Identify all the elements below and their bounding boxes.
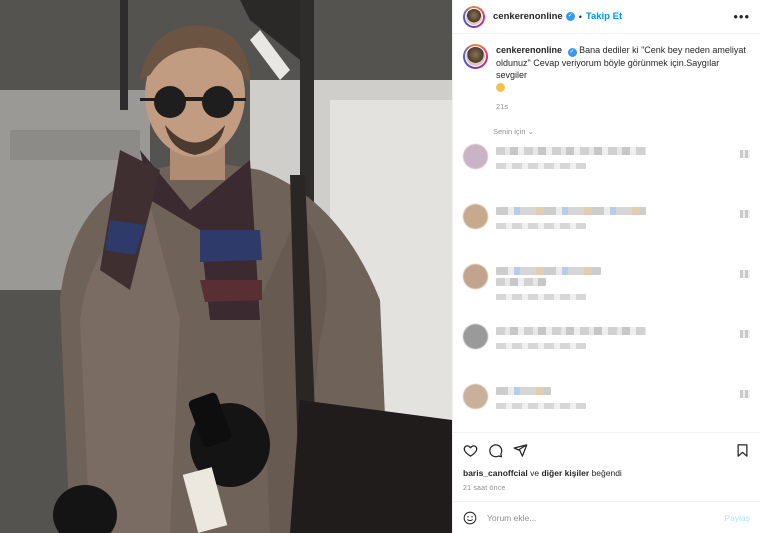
comment-like-icon[interactable] — [740, 150, 750, 158]
add-comment-bar: Paylaş — [453, 501, 760, 533]
caption-avatar[interactable] — [463, 44, 488, 69]
verified-icon: ✓ — [567, 48, 577, 57]
likes-connector: ve — [530, 468, 540, 478]
blurred-meta-line — [496, 294, 586, 300]
comment-item — [463, 144, 750, 185]
blurred-text-line — [496, 267, 601, 275]
instagram-post: cenkerenonline ✓ • Takip Et ••• cenkeren… — [0, 0, 760, 533]
more-options-icon[interactable]: ••• — [733, 9, 750, 24]
comment-item — [463, 384, 750, 425]
comment-item — [463, 264, 750, 305]
likes-suffix: beğendi — [591, 468, 622, 478]
comment-icon[interactable] — [488, 443, 503, 458]
share-icon[interactable] — [513, 443, 528, 458]
separator-dot: • — [578, 11, 582, 22]
likes-summary: baris_canoffcial ve diğer kişiler beğend… — [453, 468, 760, 478]
post-caption: cenkerenonline ✓ Bana dediler ki "Cenk b… — [463, 44, 750, 113]
likes-others-link[interactable]: diğer kişiler — [541, 468, 589, 478]
post-comment-button[interactable]: Paylaş — [724, 513, 750, 523]
comment-like-icon[interactable] — [740, 210, 750, 218]
bookmark-icon[interactable] — [735, 443, 750, 458]
comment-blurred-content — [496, 324, 732, 349]
comment-sort-dropdown[interactable]: Senin için ⌄ — [493, 127, 750, 136]
post-timestamp: 21 saat önce — [463, 485, 506, 492]
commenter-avatar[interactable] — [463, 144, 488, 169]
blurred-meta-line — [496, 223, 586, 229]
author-username[interactable]: cenkerenonline — [493, 11, 563, 22]
commenter-avatar[interactable] — [463, 204, 488, 229]
commenter-avatar[interactable] — [463, 324, 488, 349]
comment-blurred-content — [496, 264, 732, 300]
comment-blurred-content — [496, 384, 732, 409]
blurred-text-line — [496, 327, 646, 335]
verified-icon: ✓ — [565, 12, 575, 21]
comment-blurred-content — [496, 204, 732, 229]
commenter-avatar[interactable] — [463, 384, 488, 409]
blurred-text-line — [496, 207, 646, 215]
caption-body: cenkerenonline ✓ Bana dediler ki "Cenk b… — [496, 44, 750, 113]
commenter-avatar[interactable] — [463, 264, 488, 289]
comment-list — [463, 144, 750, 432]
post-actions — [453, 432, 760, 468]
comment-like-icon[interactable] — [740, 390, 750, 398]
blurred-meta-line — [496, 163, 586, 169]
comment-item — [463, 204, 750, 245]
blurred-meta-line — [496, 343, 586, 349]
heart-icon[interactable] — [463, 443, 478, 458]
liker-username[interactable]: baris_canoffcial — [463, 468, 528, 478]
follow-button[interactable]: Takip Et — [586, 11, 622, 22]
photo-illustration — [0, 0, 452, 533]
comments-section: cenkerenonline ✓ Bana dediler ki "Cenk b… — [453, 34, 760, 432]
author-avatar[interactable] — [463, 5, 485, 28]
comment-item — [463, 324, 750, 365]
post-side-panel: cenkerenonline ✓ • Takip Et ••• cenkeren… — [452, 0, 760, 533]
post-header: cenkerenonline ✓ • Takip Et ••• — [453, 0, 760, 34]
comment-blurred-content — [496, 144, 732, 169]
caption-username[interactable]: cenkerenonline — [496, 45, 562, 55]
caption-time: 21s — [496, 102, 509, 111]
smile-emoji-icon — [496, 83, 505, 93]
comment-input[interactable] — [487, 512, 725, 523]
emoji-icon[interactable] — [463, 511, 477, 525]
post-photo[interactable] — [0, 0, 452, 533]
blurred-text-line — [496, 147, 646, 155]
comment-like-icon[interactable] — [740, 270, 750, 278]
blurred-meta-line — [496, 403, 586, 409]
blurred-text-line — [496, 278, 546, 286]
blurred-text-line — [496, 387, 551, 395]
comment-like-icon[interactable] — [740, 330, 750, 338]
